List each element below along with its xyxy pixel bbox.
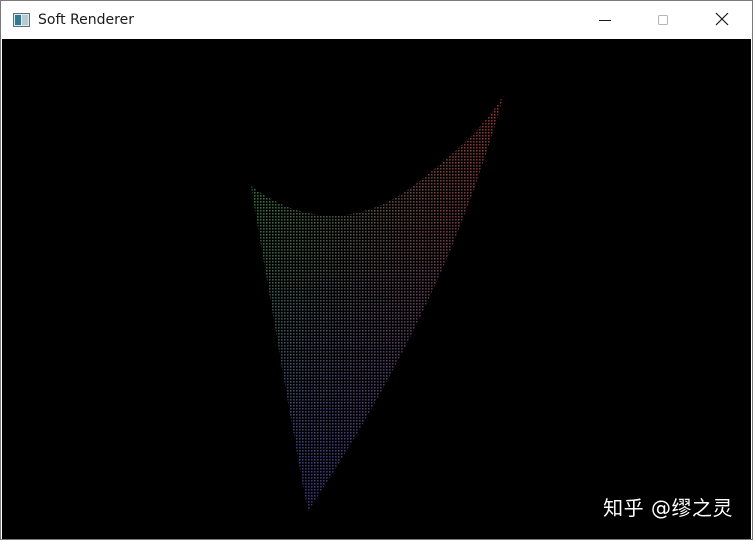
window-title: Soft Renderer — [38, 12, 134, 28]
close-icon — [715, 11, 729, 30]
render-viewport[interactable]: 知乎 @缪之灵 — [2, 39, 751, 539]
watermark-text: 知乎 @缪之灵 — [603, 496, 733, 520]
maximize-icon — [657, 11, 669, 30]
surface-mesh — [251, 94, 504, 511]
minimize-icon — [599, 11, 611, 30]
minimize-button[interactable] — [576, 1, 634, 39]
rendered-surface — [251, 94, 504, 511]
maximize-button[interactable] — [634, 1, 692, 39]
close-button[interactable] — [693, 1, 751, 39]
title-bar[interactable]: Soft Renderer — [1, 1, 752, 39]
app-window: Soft Renderer 知乎 @缪之灵 — [0, 0, 753, 540]
window-app-icon[interactable] — [13, 12, 30, 27]
